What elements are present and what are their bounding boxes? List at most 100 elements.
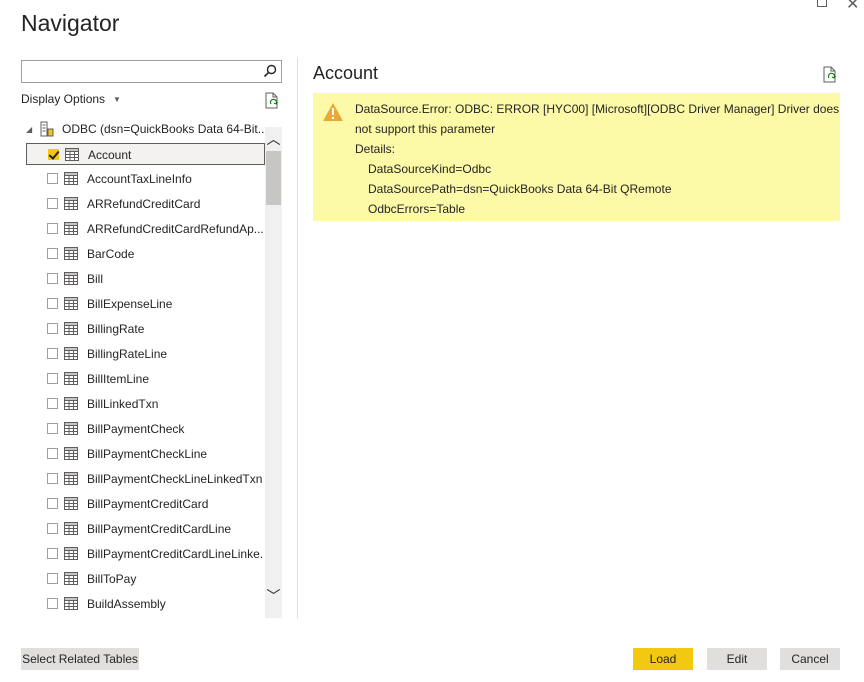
table-icon bbox=[64, 572, 78, 585]
list-item-label: Bill bbox=[87, 272, 104, 286]
table-icon bbox=[64, 222, 78, 235]
list-item-label: BarCode bbox=[87, 247, 135, 261]
maximize-button[interactable] bbox=[817, 0, 827, 7]
item-checkbox[interactable] bbox=[47, 298, 58, 309]
tree-scrollbar[interactable]: ︿ ﹀ bbox=[265, 127, 282, 618]
window-title: Navigator bbox=[21, 10, 120, 36]
item-checkbox[interactable] bbox=[47, 273, 58, 284]
table-icon bbox=[64, 372, 78, 385]
close-icon[interactable]: ✕ bbox=[846, 0, 859, 14]
display-options-dropdown[interactable]: Display Options ▼ bbox=[21, 92, 121, 106]
list-item[interactable]: BillToPay bbox=[26, 568, 265, 590]
list-item[interactable]: BillingRate bbox=[26, 318, 265, 340]
item-checkbox[interactable] bbox=[47, 548, 58, 559]
list-item-label: BillLinkedTxn bbox=[87, 397, 159, 411]
error-text-line: not support this parameter bbox=[355, 122, 496, 136]
list-item[interactable]: BillPaymentCreditCardLineLinke... bbox=[26, 543, 265, 565]
list-item[interactable]: BillItemLine bbox=[26, 368, 265, 390]
list-item[interactable]: BillPaymentCheckLine bbox=[26, 443, 265, 465]
tree-root-label: ODBC (dsn=QuickBooks Data 64-Bit... bbox=[62, 122, 265, 136]
list-item-label: BillPaymentCreditCardLine bbox=[87, 522, 232, 536]
table-icon bbox=[64, 297, 78, 310]
table-icon bbox=[64, 522, 78, 535]
cancel-button[interactable]: Cancel bbox=[780, 648, 840, 670]
table-icon bbox=[64, 197, 78, 210]
warning-icon bbox=[323, 103, 343, 121]
table-list: Account AccountTaxLineInfo ARRefundCreditC… bbox=[21, 142, 266, 618]
item-checkbox[interactable] bbox=[47, 398, 58, 409]
table-icon bbox=[64, 172, 78, 185]
item-checkbox[interactable] bbox=[47, 423, 58, 434]
navigator-tree: ◢ ODBC (dsn=QuickBooks Data 64-Bit... Ac… bbox=[21, 118, 282, 618]
collapse-arrow-icon[interactable]: ◢ bbox=[26, 125, 32, 134]
edit-button[interactable]: Edit bbox=[707, 648, 767, 670]
display-options-label: Display Options bbox=[21, 92, 106, 106]
list-item[interactable]: ARRefundCreditCardRefundAp... bbox=[26, 218, 265, 240]
table-icon bbox=[64, 472, 78, 485]
list-item[interactable]: BuildAssembly bbox=[26, 593, 265, 615]
list-item-label: BillingRate bbox=[87, 322, 145, 336]
list-item-label: ARRefundCreditCardRefundAp... bbox=[87, 222, 263, 236]
table-icon bbox=[64, 422, 78, 435]
item-checkbox[interactable] bbox=[48, 149, 59, 160]
item-checkbox[interactable] bbox=[47, 448, 58, 459]
error-detail: DataSourcePath=dsn=QuickBooks Data 64-Bi… bbox=[368, 182, 672, 196]
list-item[interactable]: BillPaymentCreditCard bbox=[26, 493, 265, 515]
list-item[interactable]: BillPaymentCheckLineLinkedTxn bbox=[26, 468, 265, 490]
list-item-label: BillToPay bbox=[87, 572, 137, 586]
list-item-label: AccountTaxLineInfo bbox=[87, 172, 192, 186]
table-icon bbox=[64, 247, 78, 260]
list-item[interactable]: ARRefundCreditCard bbox=[26, 193, 265, 215]
database-icon bbox=[40, 121, 54, 137]
table-icon bbox=[65, 148, 79, 161]
item-checkbox[interactable] bbox=[47, 498, 58, 509]
item-checkbox[interactable] bbox=[47, 373, 58, 384]
item-checkbox[interactable] bbox=[47, 198, 58, 209]
error-details-heading: Details: bbox=[355, 142, 396, 156]
list-item[interactable]: BillingRateLine bbox=[26, 343, 265, 365]
load-button[interactable]: Load bbox=[633, 648, 693, 670]
list-item[interactable]: BillPaymentCreditCardLine bbox=[26, 518, 265, 540]
list-item[interactable]: Account bbox=[26, 143, 265, 165]
table-icon bbox=[64, 447, 78, 460]
error-text-line: DataSource.Error: ODBC: ERROR [HYC00] [M… bbox=[355, 102, 840, 116]
item-checkbox[interactable] bbox=[47, 598, 58, 609]
item-checkbox[interactable] bbox=[47, 473, 58, 484]
select-related-tables-button[interactable]: Select Related Tables bbox=[21, 648, 139, 670]
table-icon bbox=[64, 272, 78, 285]
error-message-box: DataSource.Error: ODBC: ERROR [HYC00] [M… bbox=[313, 93, 840, 221]
table-icon bbox=[64, 322, 78, 335]
table-icon bbox=[64, 397, 78, 410]
search-icon[interactable] bbox=[263, 64, 277, 78]
scrollbar-thumb[interactable] bbox=[266, 151, 281, 205]
chevron-up-icon[interactable]: ︿ bbox=[265, 129, 282, 149]
refresh-icon[interactable] bbox=[822, 66, 838, 83]
table-icon bbox=[64, 497, 78, 510]
list-item-label: BillPaymentCreditCard bbox=[87, 497, 209, 511]
search-input[interactable] bbox=[22, 61, 257, 82]
item-checkbox[interactable] bbox=[47, 248, 58, 259]
list-item[interactable]: BillExpenseLine bbox=[26, 293, 265, 315]
item-checkbox[interactable] bbox=[47, 173, 58, 184]
item-checkbox[interactable] bbox=[47, 573, 58, 584]
list-item-label: BillItemLine bbox=[87, 372, 150, 386]
list-item[interactable]: Bill bbox=[26, 268, 265, 290]
search-box[interactable] bbox=[21, 60, 282, 83]
list-item[interactable]: BillPaymentCheck bbox=[26, 418, 265, 440]
list-item-label: Account bbox=[88, 148, 132, 162]
item-checkbox[interactable] bbox=[47, 348, 58, 359]
list-item[interactable]: BillLinkedTxn bbox=[26, 393, 265, 415]
refresh-icon[interactable] bbox=[264, 92, 280, 109]
chevron-down-icon[interactable]: ﹀ bbox=[265, 586, 282, 606]
list-item-label: ARRefundCreditCard bbox=[87, 197, 201, 211]
list-item[interactable]: BarCode bbox=[26, 243, 265, 265]
list-item-label: BillPaymentCheck bbox=[87, 422, 185, 436]
list-item[interactable]: AccountTaxLineInfo bbox=[26, 168, 265, 190]
error-detail: DataSourceKind=Odbc bbox=[368, 162, 492, 176]
item-checkbox[interactable] bbox=[47, 323, 58, 334]
tree-root-odbc[interactable]: ◢ ODBC (dsn=QuickBooks Data 64-Bit... bbox=[21, 118, 266, 140]
error-detail: OdbcErrors=Table bbox=[368, 202, 466, 216]
table-icon bbox=[64, 347, 78, 360]
item-checkbox[interactable] bbox=[47, 223, 58, 234]
item-checkbox[interactable] bbox=[47, 523, 58, 534]
